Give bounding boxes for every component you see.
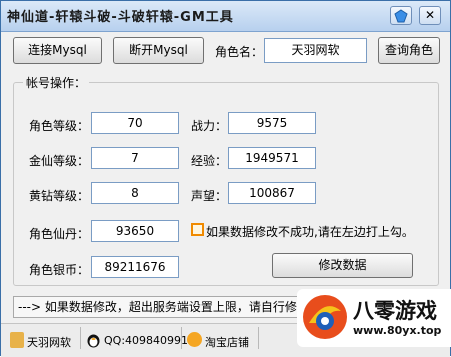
logo-icon (303, 295, 347, 339)
pill-label: 角色仙丹： (29, 227, 90, 241)
prestige-label: 声望： (191, 189, 228, 203)
exp-field[interactable]: 1949571 (228, 147, 316, 169)
level-field[interactable]: 70 (91, 112, 179, 134)
silver-field[interactable]: 89211676 (91, 256, 179, 278)
prestige-field[interactable]: 100867 (228, 182, 316, 204)
immortal-level-label: 金仙等级： (29, 154, 90, 168)
user-icon (10, 332, 24, 348)
diamond-level-label: 黄钻等级： (29, 189, 90, 203)
query-role-button[interactable]: 查询角色 (378, 37, 440, 64)
gem-icon[interactable] (390, 6, 412, 25)
status-separator (258, 327, 259, 349)
retry-checkbox-label: 如果数据修改不成功,请在左边打上勾。 (206, 225, 414, 239)
brand-url: www.80yx.top (353, 324, 442, 337)
diamond-level-field[interactable]: 8 (91, 182, 179, 204)
close-icon: ✕ (424, 8, 436, 22)
window-title: 神仙道-轩辕斗破-斗破轩辕-GM工具 (7, 10, 234, 25)
account-group-title: 帐号操作： (23, 74, 90, 91)
level-label: 角色等级： (29, 119, 90, 133)
qq-penguin-icon (86, 332, 101, 348)
close-button[interactable]: ✕ (419, 6, 441, 25)
disconnect-mysql-button[interactable]: 断开Mysql (113, 37, 204, 64)
brand-name: 八零游戏 (353, 299, 437, 323)
power-field[interactable]: 9575 (228, 112, 316, 134)
immortal-level-field[interactable]: 7 (91, 147, 179, 169)
status-separator (181, 327, 182, 349)
title-bar[interactable]: 神仙道-轩辕斗破-斗破轩辕-GM工具 ✕ (1, 1, 450, 32)
status-separator (80, 327, 81, 349)
status-shop[interactable]: 淘宝店铺 (205, 334, 249, 350)
silver-label: 角色银币： (29, 263, 90, 277)
role-name-label: 角色名： (215, 45, 264, 59)
taobao-icon (187, 332, 202, 347)
role-name-input[interactable]: 天羽网软 (264, 38, 367, 63)
connect-mysql-button[interactable]: 连接Mysql (13, 37, 102, 64)
pill-field[interactable]: 93650 (91, 220, 179, 242)
exp-label: 经验： (191, 154, 228, 168)
modify-data-button[interactable]: 修改数据 (272, 253, 413, 278)
status-name: 天羽网软 (27, 336, 71, 349)
status-qq: QQ:409840991 (104, 334, 189, 347)
power-label: 战力： (191, 119, 228, 133)
retry-checkbox[interactable] (191, 223, 204, 236)
app-window: 神仙道-轩辕斗破-斗破轩辕-GM工具 ✕ 连接Mysql 断开Mysql 角色名… (0, 0, 451, 357)
site-watermark: 八零游戏 www.80yx.top (297, 289, 451, 347)
